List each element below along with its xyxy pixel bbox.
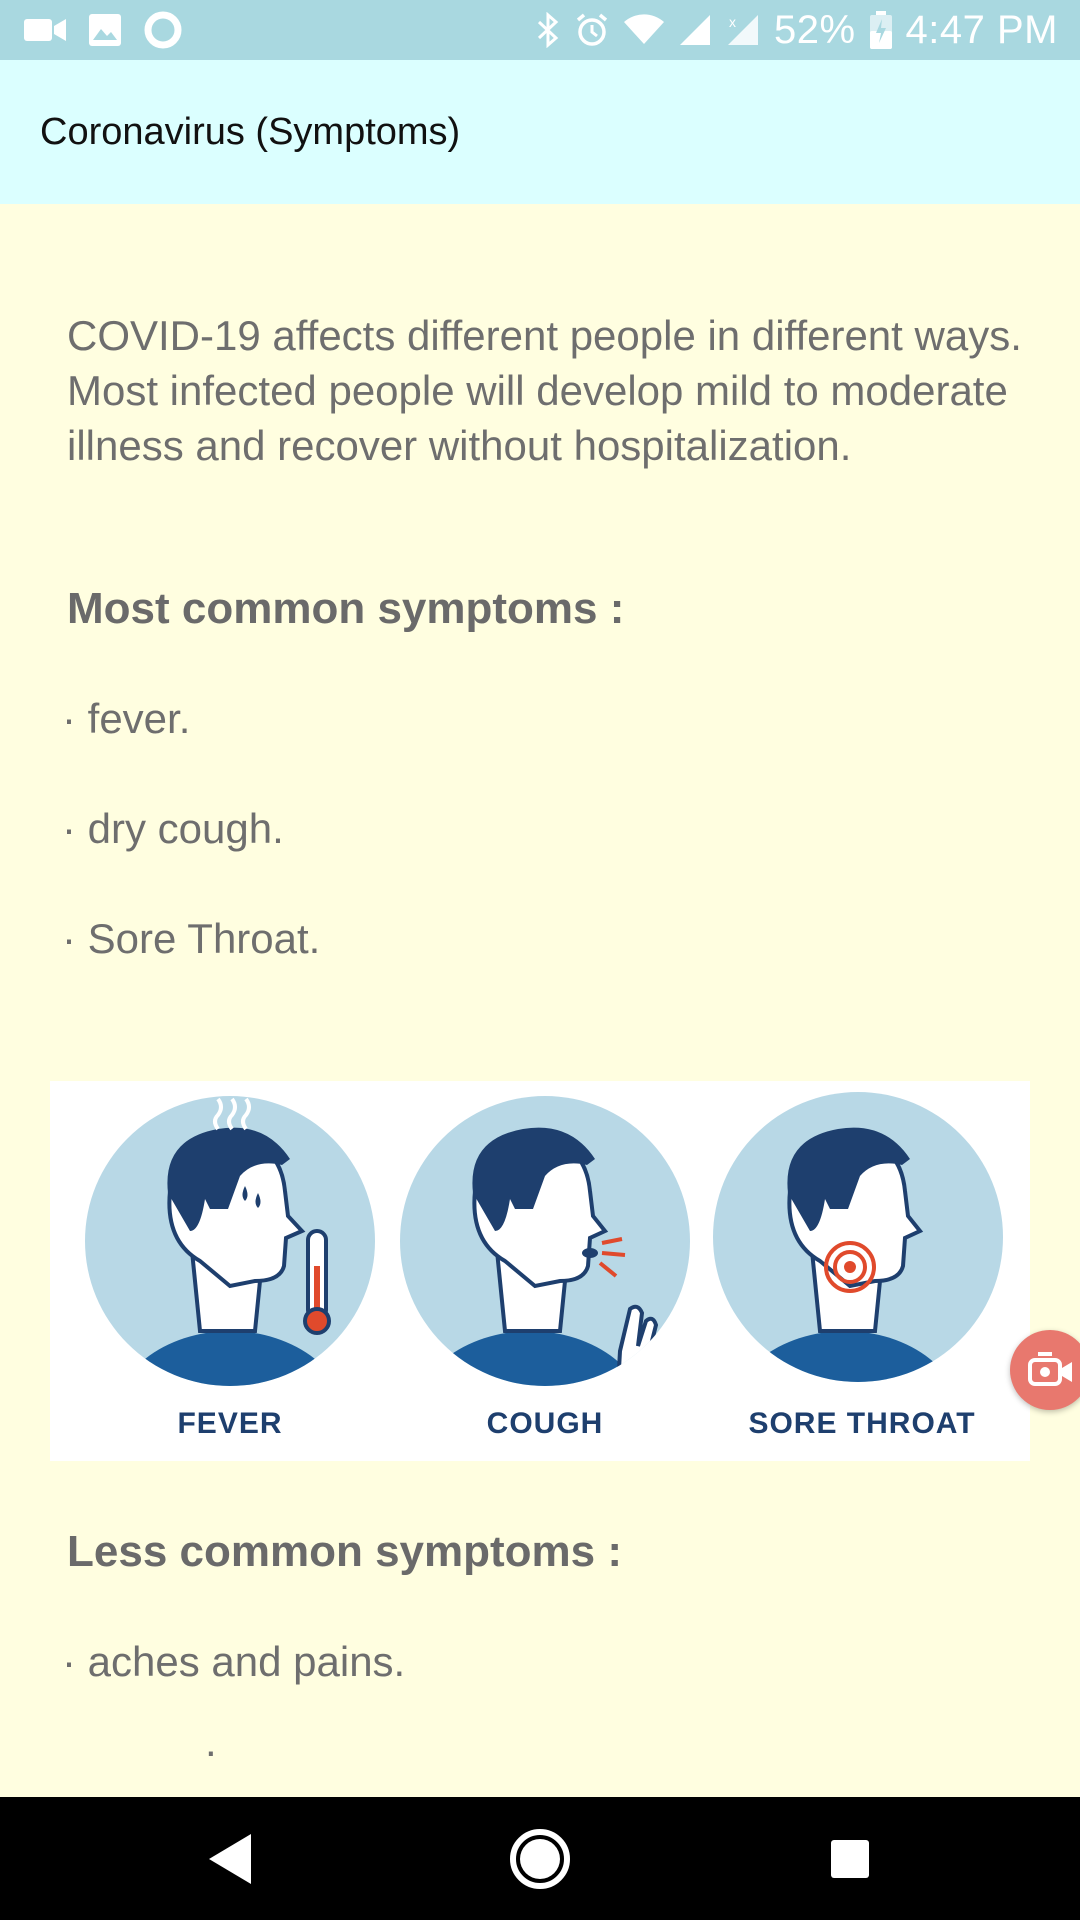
back-button[interactable] [170, 1797, 290, 1920]
recents-icon [831, 1839, 869, 1878]
cough-label: COUGH [487, 1407, 604, 1440]
video-call-button[interactable] [1010, 1330, 1080, 1410]
intro-paragraph: COVID-19 affects different people in dif… [67, 312, 1022, 469]
home-button[interactable] [480, 1797, 600, 1920]
list-item: . [205, 1718, 217, 1765]
signal-no-data-icon: x [726, 13, 760, 47]
app-bar: Coronavirus (Symptoms) [0, 60, 1080, 204]
status-bar: x 52% 4:47 PM [0, 0, 1080, 60]
status-time: 4:47 PM [905, 7, 1058, 52]
list-item: · dry cough. [62, 805, 284, 852]
alarm-icon [574, 12, 610, 48]
home-icon [510, 1828, 570, 1889]
symptoms-illustration: FEVER COUGH SORE THROAT [50, 1081, 1030, 1461]
list-item: · fever. [62, 695, 191, 742]
battery-charging-icon [869, 11, 892, 49]
symptoms-content[interactable]: COVID-19 affects different people in dif… [0, 204, 1080, 1797]
list-item: · aches and pains. [62, 1638, 406, 1685]
image-icon [88, 13, 122, 47]
navigation-bar [0, 1797, 1080, 1920]
page-title: Coronavirus (Symptoms) [40, 111, 461, 153]
sore-throat-label: SORE THROAT [748, 1407, 975, 1440]
video-camera-icon [24, 16, 66, 44]
sore-throat-figure [713, 1092, 1003, 1382]
back-icon [209, 1833, 251, 1884]
fever-label: FEVER [177, 1407, 282, 1440]
battery-percent: 52% [773, 7, 856, 52]
recents-button[interactable] [790, 1797, 910, 1920]
bluetooth-icon [536, 12, 560, 48]
video-call-icon [1028, 1352, 1072, 1386]
svg-text:x: x [729, 14, 736, 30]
list-item: · Sore Throat. [62, 915, 321, 962]
circle-icon [144, 11, 182, 49]
signal-icon [678, 13, 712, 47]
less-common-heading: Less common symptoms : [67, 1527, 623, 1576]
wifi-icon [623, 14, 664, 46]
most-common-heading: Most common symptoms : [67, 584, 625, 633]
